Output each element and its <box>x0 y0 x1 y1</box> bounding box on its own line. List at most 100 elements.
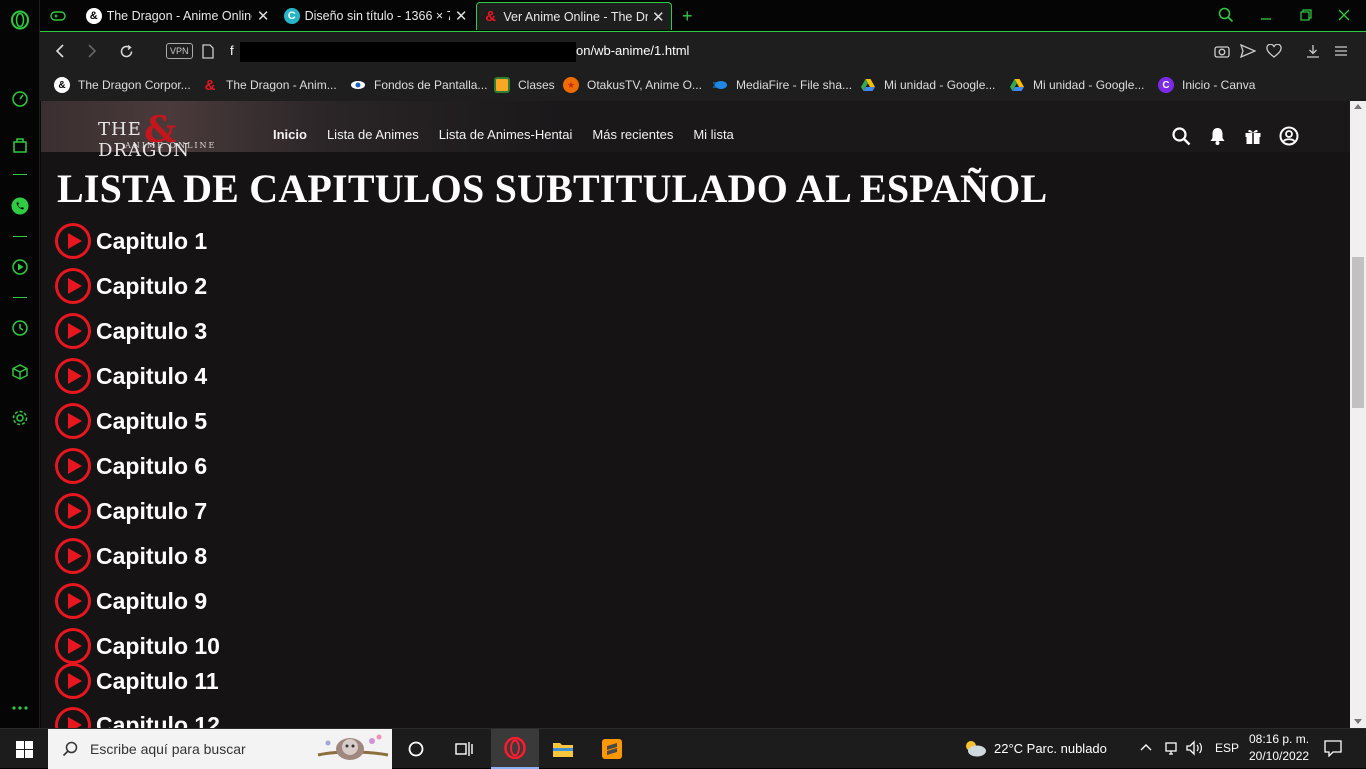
search-placeholder: Escribe aquí para buscar <box>90 741 246 757</box>
page-scrollbar[interactable] <box>1350 101 1366 728</box>
clock-date[interactable]: 20/10/2022 <box>1249 749 1309 763</box>
bookmark-item[interactable]: ★ OtakusTV, Anime O... <box>563 75 702 95</box>
taskbar-search-box[interactable]: Escribe aquí para buscar <box>48 729 392 769</box>
volume-icon[interactable] <box>1186 740 1204 756</box>
tab-search-icon[interactable] <box>1214 4 1238 26</box>
vpn-badge[interactable]: VPN <box>166 43 193 59</box>
bookmark-item[interactable]: Fondos de Pantalla... <box>350 75 487 95</box>
task-view-icon[interactable] <box>440 729 488 769</box>
send-icon[interactable] <box>1238 41 1258 61</box>
main-nav: Inicio Lista de Animes Lista de Animes-H… <box>273 127 754 142</box>
easy-setup-icon[interactable] <box>1331 41 1351 61</box>
episode-item[interactable]: Capitulo 6 <box>55 448 207 484</box>
tab-the-dragon[interactable]: & The Dragon - Anime Online ✕ <box>80 2 276 30</box>
download-icon[interactable] <box>1303 41 1323 61</box>
back-icon[interactable] <box>50 41 70 61</box>
bookmark-item[interactable]: Mi unidad - Google... <box>860 75 995 95</box>
page-title: LISTA DE CAPITULOS SUBTITULADO AL ESPAÑO… <box>57 166 1048 211</box>
whatsapp-icon[interactable] <box>8 194 32 218</box>
drive-icon <box>860 77 876 93</box>
nav-mas-recientes[interactable]: Más recientes <box>592 127 673 142</box>
episode-item[interactable]: Capitulo 1 <box>55 223 207 259</box>
play-icon <box>55 663 91 699</box>
sidebar-separator <box>13 236 27 237</box>
restore-icon[interactable] <box>1294 4 1318 26</box>
reload-icon[interactable] <box>116 41 136 61</box>
sublime-text-icon[interactable] <box>588 729 636 769</box>
nav-mi-lista[interactable]: Mi lista <box>693 127 733 142</box>
bookmark-item[interactable]: & The Dragon Corpor... <box>54 75 191 95</box>
play-icon <box>55 268 91 304</box>
user-account-icon[interactable] <box>1278 125 1300 147</box>
episode-item[interactable]: Capitulo 4 <box>55 358 207 394</box>
episode-item[interactable]: Capitulo 8 <box>55 538 207 574</box>
file-explorer-icon[interactable] <box>539 729 587 769</box>
network-icon[interactable] <box>1163 740 1179 756</box>
weather-text[interactable]: 22°C Parc. nublado <box>994 741 1107 756</box>
episode-item[interactable]: Capitulo 7 <box>55 493 207 529</box>
tab-ver-anime[interactable]: & Ver Anime Online - The Dragon ✕ <box>476 2 672 30</box>
new-tab-button[interactable]: + <box>676 2 700 30</box>
extensions-icon[interactable] <box>8 360 32 384</box>
task-view-cortana-icon[interactable] <box>392 729 440 769</box>
bookmark-item[interactable]: C Inicio - Canva <box>1158 75 1255 95</box>
chevron-up-icon[interactable] <box>1140 743 1152 751</box>
nav-inicio[interactable]: Inicio <box>273 127 307 142</box>
episode-item[interactable]: Capitulo 3 <box>55 313 207 349</box>
heart-bookmark-icon[interactable] <box>1264 41 1284 61</box>
close-window-icon[interactable] <box>1332 4 1356 26</box>
bookmark-item[interactable]: & The Dragon - Anim... <box>202 75 337 95</box>
tab-canva[interactable]: C Diseño sin título - 1366 × 768 ✕ <box>278 2 474 30</box>
bookmark-item[interactable]: Mi unidad - Google... <box>1009 75 1144 95</box>
clock-time[interactable]: 08:16 p. m. <box>1249 732 1309 746</box>
tab-close-icon[interactable]: ✕ <box>652 8 665 26</box>
player-icon[interactable] <box>8 255 32 279</box>
tab-close-icon[interactable]: ✕ <box>454 7 468 25</box>
speed-dial-icon[interactable] <box>8 87 32 111</box>
bell-icon[interactable] <box>1206 125 1228 147</box>
episode-label: Capitulo 11 <box>96 667 219 694</box>
shopping-bag-icon[interactable] <box>8 133 32 157</box>
episode-item[interactable]: Capitulo 10 <box>55 628 220 664</box>
bookmarks-bar: & The Dragon Corpor... & The Dragon - An… <box>40 69 1366 101</box>
bookmark-label: Fondos de Pantalla... <box>374 78 488 92</box>
scroll-down-icon[interactable] <box>1354 719 1362 724</box>
url-end[interactable]: on/wb-anime/1.html <box>576 43 689 58</box>
episode-label: Capitulo 3 <box>96 317 208 344</box>
notifications-icon[interactable] <box>1324 740 1342 757</box>
episode-item[interactable]: Capitulo 12 <box>55 707 220 728</box>
dragon-icon: & <box>54 77 70 93</box>
episode-item[interactable]: Capitulo 9 <box>55 583 207 619</box>
episode-label: Capitulo 6 <box>96 452 208 479</box>
gift-icon[interactable] <box>1242 125 1264 147</box>
tab-close-icon[interactable]: ✕ <box>256 7 270 25</box>
more-icon[interactable] <box>8 696 32 720</box>
history-icon[interactable] <box>8 316 32 340</box>
opera-logo-icon[interactable] <box>8 8 32 32</box>
site-logo[interactable]: THE DRAGON & ANIME ONLINE <box>98 109 238 161</box>
tab-title: Diseño sin título - 1366 × 768 <box>304 9 451 23</box>
url-start[interactable]: f <box>230 43 234 58</box>
scroll-up-icon[interactable] <box>1354 104 1362 109</box>
episode-item[interactable]: Capitulo 2 <box>55 268 207 304</box>
nav-lista-animes[interactable]: Lista de Animes <box>327 127 419 142</box>
play-icon <box>55 628 91 664</box>
bookmark-item[interactable]: MediaFire - File sha... <box>712 75 852 95</box>
bookmark-item[interactable]: Clases <box>494 75 555 95</box>
nav-lista-hentai[interactable]: Lista de Animes-Hentai <box>439 127 573 142</box>
episode-item[interactable]: Capitulo 11 <box>55 663 219 699</box>
settings-gear-icon[interactable] <box>8 406 32 430</box>
gaming-tab-icon[interactable] <box>44 2 80 30</box>
dragon-favicon-icon: & <box>86 8 102 24</box>
snapshot-camera-icon[interactable] <box>1212 41 1232 61</box>
episode-item[interactable]: Capitulo 5 <box>55 403 207 439</box>
page-info-icon[interactable] <box>198 41 218 61</box>
scrollbar-thumb[interactable] <box>1352 257 1364 408</box>
minimize-icon[interactable] <box>1254 4 1278 26</box>
windows-start-icon[interactable] <box>0 729 48 769</box>
opera-taskbar-icon[interactable] <box>491 729 539 769</box>
forward-icon[interactable] <box>82 41 102 61</box>
play-icon <box>55 493 91 529</box>
search-icon[interactable] <box>1170 125 1192 147</box>
language-indicator[interactable]: ESP <box>1215 741 1239 755</box>
